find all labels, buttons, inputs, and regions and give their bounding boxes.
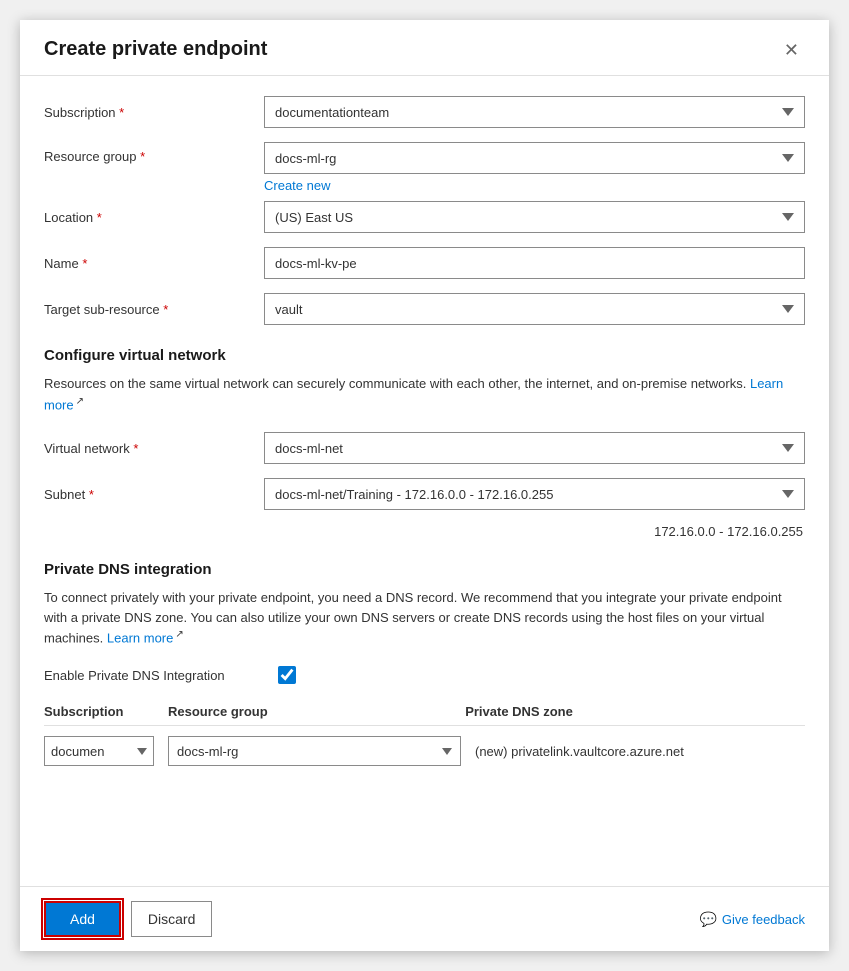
subnet-dropdown[interactable]: docs-ml-net/Training - 172.16.0.0 - 172.…: [264, 478, 805, 510]
virtual-network-section: Configure virtual network Resources on t…: [44, 347, 805, 539]
name-input[interactable]: [264, 247, 805, 279]
feedback-link[interactable]: 💬 Give feedback: [699, 911, 805, 928]
dns-table-row: documen docs-ml-rg (new) privatelink.vau…: [44, 736, 805, 766]
feedback-label: Give feedback: [722, 912, 805, 927]
virtual-network-control: docs-ml-net: [264, 432, 805, 464]
location-label: Location *: [44, 210, 264, 225]
dialog-header: Create private endpoint ✕: [20, 20, 829, 76]
location-dropdown[interactable]: (US) East US: [264, 201, 805, 233]
target-sub-resource-control: vault: [264, 293, 805, 325]
dialog-body: Subscription * documentationteam Resourc…: [20, 76, 829, 886]
discard-button[interactable]: Discard: [131, 901, 212, 937]
dns-table: Subscription Resource group Private DNS …: [44, 704, 805, 766]
target-sub-resource-row: Target sub-resource * vault: [44, 293, 805, 325]
target-sub-resource-label: Target sub-resource *: [44, 302, 264, 317]
dns-section: Private DNS integration To connect priva…: [44, 561, 805, 766]
dns-header-dns-zone: Private DNS zone: [465, 704, 805, 719]
learn-more-ext-icon: ↗: [76, 396, 84, 407]
resource-group-label: Resource group *: [44, 142, 264, 164]
dns-resource-group-dropdown[interactable]: docs-ml-rg: [168, 736, 461, 766]
virtual-network-row: Virtual network * docs-ml-net: [44, 432, 805, 464]
resource-group-row: Resource group * docs-ml-rg Create new: [44, 142, 805, 193]
dns-table-header: Subscription Resource group Private DNS …: [44, 704, 805, 726]
resource-group-dropdown[interactable]: docs-ml-rg: [264, 142, 805, 174]
virtual-network-info: Resources on the same virtual network ca…: [44, 374, 805, 414]
dialog-footer: Add Discard 💬 Give feedback: [20, 886, 829, 951]
virtual-network-dropdown[interactable]: docs-ml-net: [264, 432, 805, 464]
dns-header-resource-group: Resource group: [168, 704, 451, 719]
dns-header-subscription: Subscription: [44, 704, 154, 719]
virtual-network-heading: Configure virtual network: [44, 347, 805, 364]
dns-learn-more-ext-icon: ↗: [175, 629, 183, 640]
add-button[interactable]: Add: [44, 901, 121, 937]
subscription-row: Subscription * documentationteam: [44, 96, 805, 128]
dns-heading: Private DNS integration: [44, 561, 805, 578]
target-sub-resource-dropdown[interactable]: vault: [264, 293, 805, 325]
name-label: Name *: [44, 256, 264, 271]
subscription-control: documentationteam: [264, 96, 805, 128]
subscription-label: Subscription *: [44, 105, 264, 120]
ip-range-text: 172.16.0.0 - 172.16.0.255: [44, 524, 805, 539]
subnet-row: Subnet * docs-ml-net/Training - 172.16.0…: [44, 478, 805, 510]
virtual-network-label: Virtual network *: [44, 441, 264, 456]
resource-group-control: docs-ml-rg Create new: [264, 142, 805, 193]
feedback-icon: 💬: [699, 911, 716, 928]
dns-zone-text: (new) privatelink.vaultcore.azure.net: [475, 744, 805, 759]
enable-dns-label: Enable Private DNS Integration: [44, 668, 264, 683]
name-control: [264, 247, 805, 279]
create-private-endpoint-dialog: Create private endpoint ✕ Subscription *…: [20, 20, 829, 951]
dns-info: To connect privately with your private e…: [44, 588, 805, 648]
subnet-control: docs-ml-net/Training - 172.16.0.0 - 172.…: [264, 478, 805, 510]
subnet-label: Subnet *: [44, 487, 264, 502]
dialog-title: Create private endpoint: [44, 38, 267, 61]
name-row: Name *: [44, 247, 805, 279]
location-control: (US) East US: [264, 201, 805, 233]
dns-subscription-dropdown[interactable]: documen: [44, 736, 154, 766]
subscription-dropdown[interactable]: documentationteam: [264, 96, 805, 128]
location-row: Location * (US) East US: [44, 201, 805, 233]
enable-dns-row: Enable Private DNS Integration: [44, 666, 805, 684]
create-new-link[interactable]: Create new: [264, 178, 330, 193]
close-button[interactable]: ✕: [778, 39, 805, 61]
footer-buttons: Add Discard: [44, 901, 212, 937]
dns-learn-more-link[interactable]: Learn more: [107, 631, 173, 646]
enable-dns-checkbox[interactable]: [278, 666, 296, 684]
